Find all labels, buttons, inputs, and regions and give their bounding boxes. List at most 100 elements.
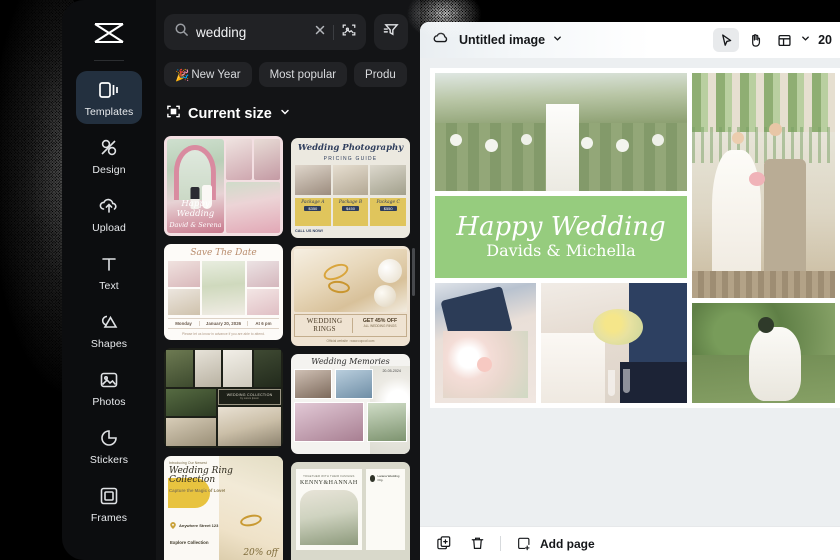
template-note: Please let us know in advance if you are… [182, 332, 265, 336]
sidebar-item-label: Stickers [89, 454, 129, 466]
templates-icon [97, 78, 121, 102]
rail-divider [94, 60, 124, 61]
image-search-icon[interactable] [341, 22, 357, 43]
sidebar-item-design[interactable]: Design [76, 129, 142, 182]
brand-logo-icon [369, 474, 376, 482]
package-name: Package B [338, 200, 363, 205]
add-page-label: Add page [540, 536, 595, 551]
template-card-kenny-hannah[interactable]: TOGETHER WITH THEIR FAMILIES KENNY&HANNA… [291, 462, 410, 560]
toolbar-divider [500, 536, 501, 551]
close-icon[interactable] [314, 23, 326, 41]
template-card-save-the-date[interactable]: Save The Date Monday January 20, 2026 At… [164, 244, 283, 340]
search-divider [333, 24, 334, 40]
chip-label: New Year [191, 68, 241, 81]
sidebar-item-stickers[interactable]: Stickers [76, 419, 142, 472]
package-name: Package C [376, 200, 400, 205]
template-card-pricing-guide[interactable]: Wedding Photography PRICING GUIDE Packag… [291, 138, 410, 238]
template-discount: 20% off [243, 548, 278, 558]
canvas-right-column [692, 73, 835, 403]
chevron-down-icon[interactable] [552, 31, 563, 49]
chip-products[interactable]: Produ [354, 62, 407, 87]
happy-wedding-banner[interactable]: Happy Wedding Davids & Michella [435, 196, 687, 278]
left-nav-rail: Templates Design Upload Text Shapes Phot… [62, 0, 156, 560]
page-toolbar: Add page [420, 526, 840, 560]
template-eyebrow: TOGETHER WITH THEIR FAMILIES [303, 474, 355, 478]
location-pin-icon [170, 516, 176, 534]
hand-tool[interactable] [742, 28, 768, 52]
package-price: $350 [304, 206, 322, 211]
template-day: Monday [175, 321, 192, 326]
template-footer: CALL US NOW! [295, 229, 323, 233]
sidebar-item-photos[interactable]: Photos [76, 361, 142, 414]
template-title: Wedding Photography [297, 143, 404, 153]
banner-subtitle: Davids & Michella [486, 241, 636, 260]
canvas-left-column: Happy Wedding Davids & Michella [435, 73, 687, 403]
search-icon [174, 22, 189, 42]
search-row: wedding [156, 0, 420, 50]
chip-label: Most popular [269, 68, 337, 81]
template-date: 20-05-2024 [382, 369, 401, 373]
cloud-icon[interactable] [432, 29, 450, 52]
current-size-selector[interactable]: Current size [156, 87, 420, 124]
template-grid: Happy Wedding David & Serena Save The Da… [156, 124, 420, 560]
zoom-level[interactable]: 20 [818, 33, 832, 47]
sidebar-item-shapes[interactable]: Shapes [76, 303, 142, 356]
template-card-happy-wedding-pink[interactable]: Happy Wedding David & Serena [164, 136, 283, 236]
template-browser-panel: wedding 🎉 New Year Most popular Produ Cu… [156, 0, 420, 560]
frames-icon [97, 484, 121, 508]
select-tool[interactable] [713, 28, 740, 52]
template-card-ring-collection[interactable]: Introducing Our Newest Wedding Ring Coll… [164, 456, 283, 560]
template-footer: Official website : www.copcof.com [326, 339, 375, 343]
chip-new-year[interactable]: 🎉 New Year [164, 62, 252, 87]
template-address: Anywhere Street 123 [179, 522, 219, 528]
bridesmaids-back-view[interactable] [435, 73, 687, 191]
filter-chip-row: 🎉 New Year Most popular Produ [156, 50, 420, 87]
template-card-wedding-rings[interactable]: WEDDING RINGS GET 45% OFF ALL WEDDING RI… [291, 246, 410, 346]
editor-toolbar: Untitled image 20 [420, 22, 840, 58]
template-column-left: Happy Wedding David & Serena Save The Da… [164, 136, 283, 560]
template-title: KENNY&HANNAH [300, 480, 358, 486]
package-price: $550 [379, 206, 397, 211]
template-subtitle: PRICING GUIDE [323, 156, 378, 162]
document-title[interactable]: Untitled image [459, 33, 545, 47]
filter-icon [383, 21, 400, 43]
template-cta: Explore Collection [170, 540, 209, 545]
bowtie-logo-icon[interactable] [86, 12, 132, 54]
add-page-icon [514, 534, 534, 554]
panel-scrollbar[interactable] [412, 248, 415, 296]
design-icon [97, 136, 121, 160]
trash-icon[interactable] [467, 534, 487, 554]
editor-tool-group: 20 [713, 28, 832, 52]
filter-button[interactable] [374, 14, 408, 50]
chevron-down-icon[interactable] [800, 31, 811, 49]
search-value: wedding [196, 24, 247, 40]
sidebar-item-text[interactable]: Text [76, 245, 142, 298]
sidebar-item-frames[interactable]: Frames [76, 477, 142, 530]
add-page-button[interactable]: Add page [514, 534, 595, 554]
shapes-icon [97, 310, 121, 334]
sidebar-item-label: Shapes [90, 338, 128, 350]
template-column-right: Wedding Photography PRICING GUIDE Packag… [291, 138, 410, 560]
crop-size-icon [166, 104, 181, 124]
sidebar-item-upload[interactable]: Upload [76, 187, 142, 240]
photos-icon [97, 368, 121, 392]
sidebar-item-templates[interactable]: Templates [76, 71, 142, 124]
template-title: Wedding Memories [311, 357, 390, 366]
couple-in-field[interactable] [692, 303, 835, 403]
party-popper-icon: 🎉 [175, 69, 190, 82]
template-card-wedding-collection[interactable]: WEDDING COLLECTION by Lorem Ipsum [164, 348, 283, 448]
design-canvas[interactable]: Happy Wedding Davids & Michella [430, 68, 840, 408]
rings-on-hands-bouquet[interactable] [435, 283, 536, 403]
duplicate-page-icon[interactable] [434, 534, 454, 554]
template-card-wedding-memories[interactable]: Wedding Memories 20-05-2024 [291, 354, 410, 454]
layout-tool[interactable] [771, 28, 797, 52]
chip-most-popular[interactable]: Most popular [258, 62, 348, 87]
template-title: Happy Wedding [176, 199, 215, 219]
stickers-icon [97, 426, 121, 450]
couple-at-floral-arch[interactable] [692, 73, 835, 298]
chevron-down-icon [279, 105, 291, 123]
canvas-area[interactable]: Happy Wedding Davids & Michella [420, 58, 840, 526]
chip-label: Produ [365, 68, 396, 81]
search-input[interactable]: wedding [164, 14, 366, 50]
champagne-toast[interactable] [540, 283, 687, 403]
